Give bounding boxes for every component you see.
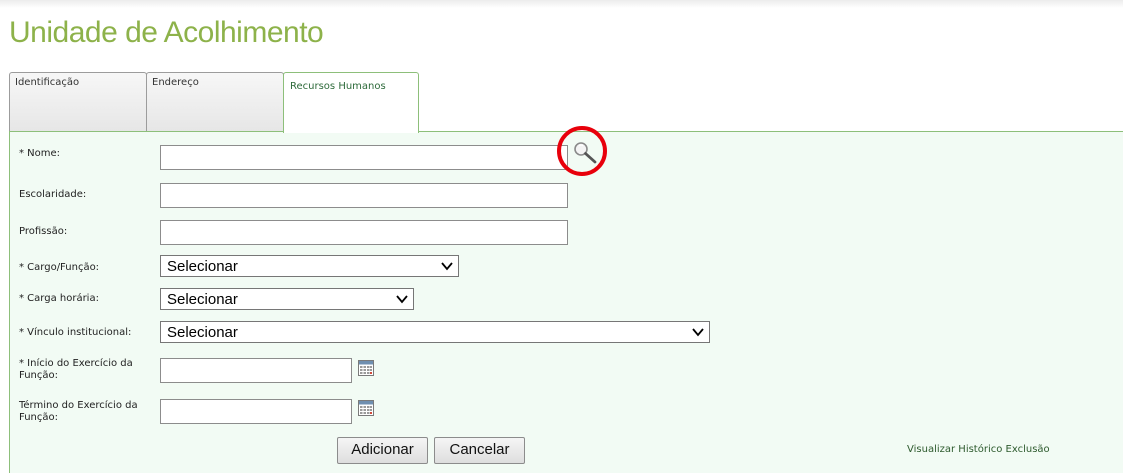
nome-input[interactable] (160, 145, 568, 170)
profissao-input[interactable] (160, 220, 568, 245)
cargo-funcao-label: * Cargo/Função: (19, 262, 100, 273)
vinculo-label: * Vínculo institucional: (19, 327, 132, 338)
chevron-down-icon (395, 292, 409, 310)
profissao-label: Profissão: (19, 226, 68, 237)
highlight-circle (557, 126, 607, 176)
carga-horaria-value: Selecionar (167, 291, 238, 308)
cargo-funcao-select[interactable]: Selecionar (160, 255, 459, 277)
cancelar-button[interactable]: Cancelar (434, 437, 525, 464)
tab-label: Identificação (15, 77, 80, 88)
form-panel: * Nome: Escolaridade: Profissão: * Cargo… (9, 131, 1123, 473)
inicio-label: * Início do Exercício da Função: (19, 358, 133, 381)
inicio-input[interactable] (160, 358, 352, 383)
calendar-icon[interactable] (358, 360, 374, 380)
page-title: Unidade de Acolhimento (9, 16, 324, 49)
vinculo-select[interactable]: Selecionar (160, 321, 710, 343)
escolaridade-input[interactable] (160, 183, 568, 208)
calendar-icon[interactable] (358, 400, 374, 420)
escolaridade-label: Escolaridade: (19, 189, 87, 200)
tab-recursos-humanos[interactable]: Recursos Humanos (283, 72, 419, 133)
cargo-funcao-value: Selecionar (167, 258, 238, 275)
carga-horaria-label: * Carga horária: (19, 293, 99, 304)
vinculo-value: Selecionar (167, 324, 238, 341)
adicionar-button[interactable]: Adicionar (337, 437, 428, 464)
top-fade (0, 0, 1123, 8)
tab-endereco[interactable]: Endereço (146, 72, 284, 132)
tab-identificacao[interactable]: Identificação (9, 72, 147, 132)
termino-input[interactable] (160, 399, 352, 424)
termino-label: Término do Exercício da Função: (19, 400, 138, 423)
nome-label: * Nome: (19, 148, 61, 159)
carga-horaria-select[interactable]: Selecionar (160, 288, 414, 310)
visualizar-historico-exclusao-link[interactable]: Visualizar Histórico Exclusão (907, 444, 1050, 455)
chevron-down-icon (691, 325, 705, 343)
chevron-down-icon (440, 259, 454, 277)
tab-label: Endereço (152, 77, 199, 88)
tab-label: Recursos Humanos (290, 81, 386, 92)
